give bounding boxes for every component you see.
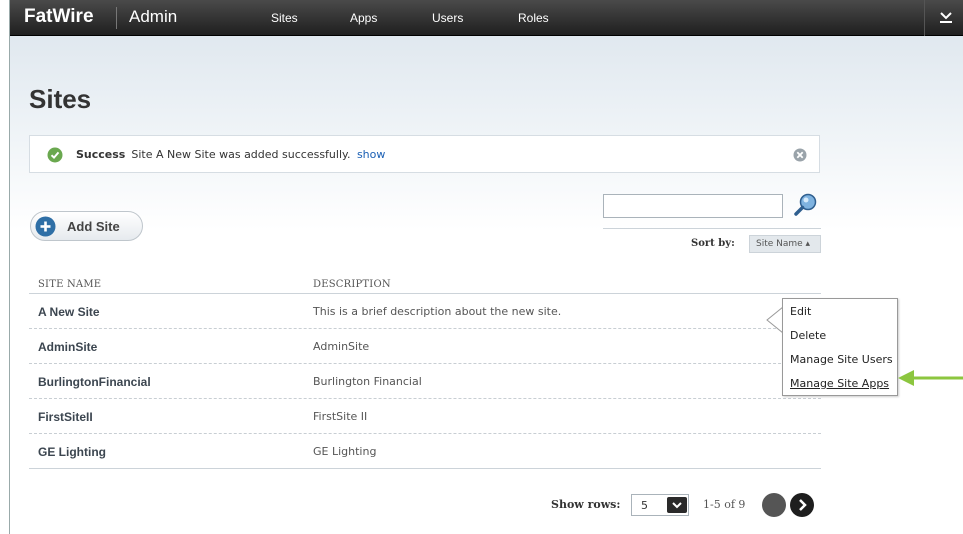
brand-divider — [116, 7, 117, 29]
search-input[interactable] — [603, 194, 783, 218]
top-navigation-bar: FatWire Admin Sites Apps Users Roles — [10, 0, 963, 36]
nav-item-sites[interactable]: Sites — [271, 11, 298, 25]
add-site-button[interactable]: Add Site — [30, 211, 143, 241]
site-name-cell[interactable]: GE Lighting — [38, 445, 106, 459]
plus-circle-icon — [35, 216, 56, 237]
previous-page-icon[interactable] — [761, 492, 787, 518]
add-site-label: Add Site — [67, 219, 120, 234]
menu-item-manage-site-users[interactable]: Manage Site Users — [790, 353, 893, 366]
show-rows-label: Show rows: — [551, 498, 621, 511]
site-name-cell[interactable]: FirstSiteII — [38, 410, 93, 424]
menu-item-edit[interactable]: Edit — [790, 305, 811, 318]
brand-logo: FatWire — [24, 6, 94, 27]
notification-text: Success Site A New Site was added success… — [76, 148, 385, 161]
site-description-cell: FirstSite II — [313, 410, 368, 423]
site-description-cell: GE Lighting — [313, 445, 377, 458]
close-icon[interactable] — [793, 148, 807, 162]
nav-item-roles[interactable]: Roles — [518, 11, 549, 25]
toolbar-divider — [603, 228, 821, 229]
table-row[interactable]: GE Lighting GE Lighting — [29, 434, 821, 469]
success-notification: Success Site A New Site was added success… — [29, 135, 820, 173]
site-name-cell[interactable]: AdminSite — [38, 340, 97, 354]
column-header-site-name[interactable]: SITE NAME — [38, 279, 101, 290]
notification-message: Site A New Site was added successfully. — [131, 148, 351, 161]
page-range: 1-5 of 9 — [703, 498, 746, 511]
table-row[interactable]: AdminSite AdminSite — [29, 329, 821, 364]
nav-item-users[interactable]: Users — [432, 11, 463, 25]
chevron-down-icon[interactable] — [667, 497, 687, 513]
sort-label: Sort by: — [691, 238, 735, 249]
row-action-menu: Edit Delete Manage Site Users Manage Sit… — [782, 298, 898, 396]
sites-table: SITE NAME DESCRIPTION A New Site This is… — [29, 277, 821, 469]
site-name-cell[interactable]: A New Site — [38, 305, 100, 319]
site-description-cell: AdminSite — [313, 340, 370, 353]
notification-title: Success — [76, 148, 126, 161]
notification-show-link[interactable]: show — [357, 148, 385, 161]
rows-per-page-value: 5 — [641, 499, 648, 512]
menu-item-delete[interactable]: Delete — [790, 329, 826, 342]
check-circle-icon — [47, 147, 63, 163]
app-name: Admin — [129, 7, 178, 26]
column-header-description: DESCRIPTION — [313, 279, 391, 290]
page-title: Sites — [29, 84, 92, 114]
table-row[interactable]: BurlingtonFinancial Burlington Financial — [29, 364, 821, 399]
rows-per-page-select[interactable]: 5 — [631, 494, 689, 516]
table-row[interactable]: A New Site This is a brief description a… — [29, 294, 821, 329]
sort-button[interactable]: Site Name ▴ — [749, 235, 821, 253]
menu-item-manage-site-apps[interactable]: Manage Site Apps — [790, 377, 889, 390]
next-page-icon[interactable] — [789, 492, 815, 518]
nav-item-apps[interactable]: Apps — [350, 11, 377, 25]
chevron-down-icon[interactable] — [936, 6, 956, 26]
table-row[interactable]: FirstSiteII FirstSite II — [29, 399, 821, 434]
nav-divider — [924, 0, 925, 36]
site-description-cell: Burlington Financial — [313, 375, 422, 388]
site-name-cell[interactable]: BurlingtonFinancial — [38, 375, 151, 389]
table-header: SITE NAME DESCRIPTION — [29, 277, 821, 294]
search-icon[interactable] — [793, 192, 819, 218]
annotation-arrow-icon — [898, 369, 963, 387]
site-description-cell: This is a brief description about the ne… — [313, 305, 562, 318]
